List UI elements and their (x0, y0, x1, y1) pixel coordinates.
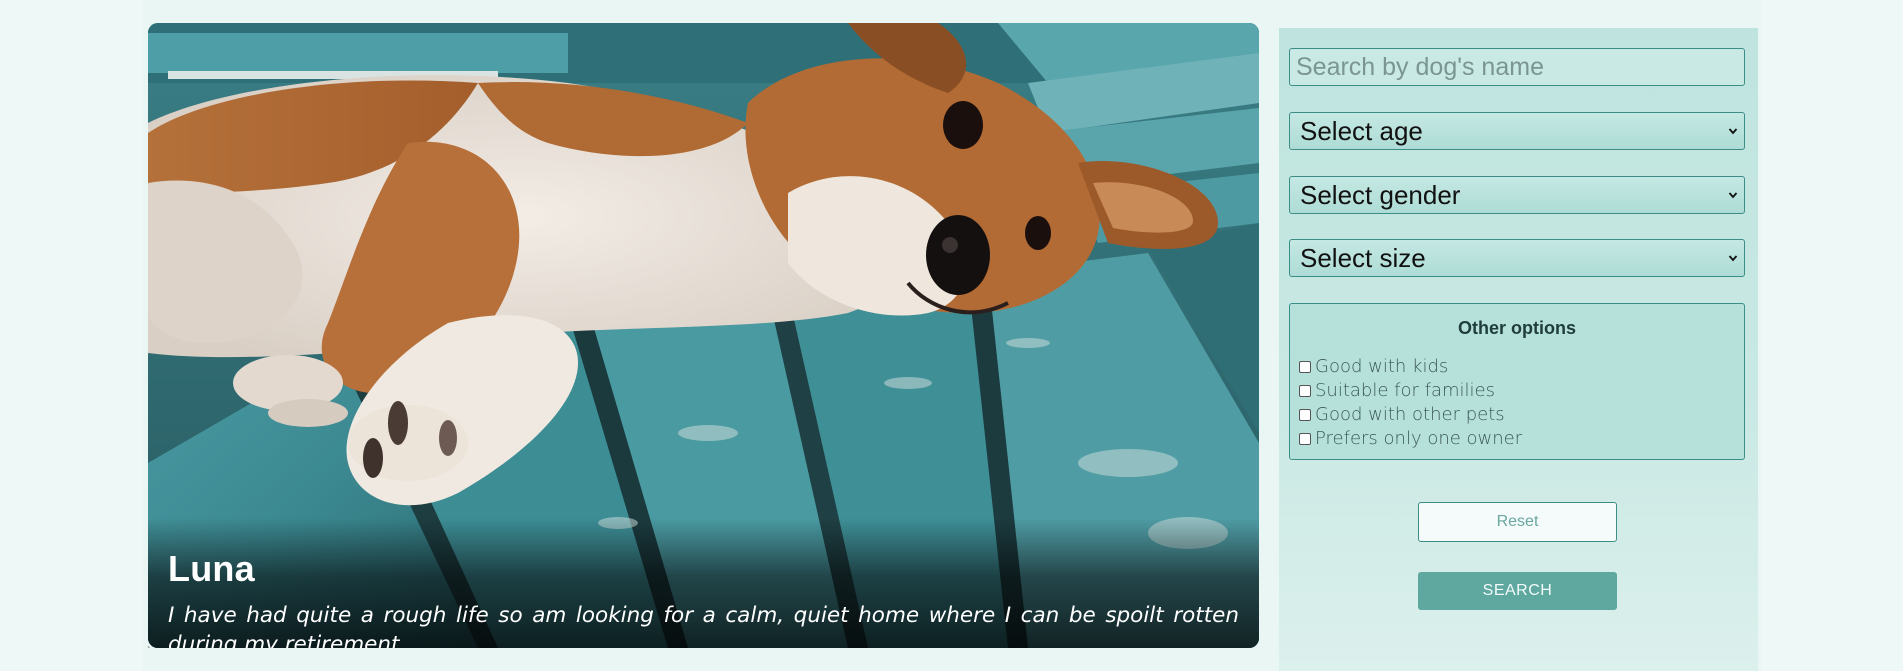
chevron-down-icon (1728, 255, 1738, 262)
dog-name-search-input[interactable] (1289, 48, 1745, 86)
checkbox[interactable] (1299, 361, 1311, 373)
featured-dog-card[interactable]: Luna I have had quite a rough life so am… (148, 23, 1259, 648)
option-label: Good with other pets (1315, 404, 1505, 425)
age-select[interactable]: Select age (1289, 112, 1745, 150)
chevron-down-icon (1728, 192, 1738, 199)
option-suitable-for-families[interactable]: Suitable for families (1299, 382, 1495, 400)
other-options-fieldset: Other options Good with kids Suitable fo… (1289, 303, 1745, 460)
dog-name: Luna (168, 548, 255, 589)
age-select-label: Select age (1300, 115, 1423, 146)
size-select[interactable]: Select size (1289, 239, 1745, 277)
page: Luna I have had quite a rough life so am… (0, 0, 1903, 671)
option-prefers-one-owner[interactable]: Prefers only one owner (1299, 430, 1522, 448)
checkbox[interactable] (1299, 409, 1311, 421)
dog-description: I have had quite a rough life so am look… (168, 603, 1239, 648)
search-button[interactable]: SEARCH (1418, 572, 1617, 610)
option-label: Good with kids (1315, 356, 1449, 377)
gender-select[interactable]: Select gender (1289, 176, 1745, 214)
reset-button[interactable]: Reset (1418, 502, 1617, 542)
option-label: Prefers only one owner (1315, 428, 1523, 449)
checkbox[interactable] (1299, 433, 1311, 445)
gender-select-label: Select gender (1300, 179, 1461, 210)
stray-mark: ` (147, 646, 151, 657)
option-good-with-other-pets[interactable]: Good with other pets (1299, 406, 1505, 424)
other-options-title: Other options (1458, 318, 1576, 338)
size-select-label: Select size (1300, 242, 1426, 273)
option-good-with-kids[interactable]: Good with kids (1299, 358, 1448, 376)
checkbox[interactable] (1299, 385, 1311, 397)
option-label: Suitable for families (1315, 380, 1495, 401)
chevron-down-icon (1728, 128, 1738, 135)
